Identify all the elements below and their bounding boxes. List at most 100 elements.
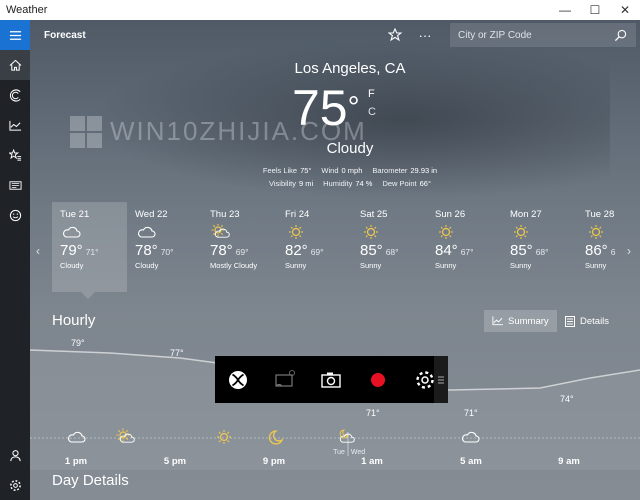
details-button[interactable]: Details (557, 310, 617, 332)
scroll-left-arrow[interactable]: ‹ (36, 244, 40, 258)
search-input[interactable] (450, 29, 608, 41)
drag-handle-icon[interactable] (434, 356, 448, 403)
day-boundary-label: Tue (333, 449, 345, 456)
camera-icon[interactable] (308, 356, 355, 403)
window-title: Weather (6, 4, 48, 16)
selected-day-pointer (81, 292, 95, 299)
stat-label: Visibility (269, 179, 296, 188)
hourly-time-label: 9 am (558, 456, 580, 467)
stat-item: Visibility 9 mi (269, 179, 313, 188)
high-temp: 84° (435, 242, 458, 259)
day-condition: Sunny (510, 261, 532, 270)
forecast-day-sat-25[interactable]: Sat 25 85° 68° Sunny (352, 202, 427, 292)
nav-rail (0, 20, 30, 500)
scroll-right-arrow[interactable]: › (627, 244, 631, 258)
low-temp: 6 (610, 247, 616, 257)
account-icon[interactable] (0, 440, 30, 470)
sun-icon (360, 224, 382, 240)
stat-value: 75° (300, 166, 312, 175)
sun-icon (585, 224, 607, 240)
low-temp: 69° (235, 247, 249, 257)
summary-chart-icon (492, 316, 503, 326)
hourly-time-label: 5 pm (164, 456, 186, 467)
stat-item: Wind 0 mph (321, 166, 362, 175)
forecast-day-thu-23[interactable]: Thu 23 78° 69° Mostly Cloudy (202, 202, 277, 292)
day-condition: Sunny (585, 261, 607, 270)
hourly-title: Hourly (52, 312, 96, 329)
xbox-icon[interactable] (215, 356, 262, 403)
forecast-day-fri-24[interactable]: Fri 24 82° 69° Sunny (277, 202, 352, 292)
stat-item: Feels Like 75° (263, 166, 312, 175)
high-temp: 79° (60, 242, 83, 259)
broadcast-icon[interactable] (262, 356, 309, 403)
day-name: Thu 23 (210, 209, 240, 220)
maximize-button[interactable]: ☐ (580, 0, 610, 20)
places-icon[interactable] (0, 140, 30, 170)
day-name: Wed 22 (135, 209, 168, 220)
day-condition: Sunny (435, 261, 457, 270)
minimize-button[interactable]: — (550, 0, 580, 20)
day-name: Fri 24 (285, 209, 310, 220)
stats-row: Feels Like 75° Wind 0 mph Barometer 29.93 in (230, 166, 470, 175)
day-boundary-label: Wed (351, 449, 365, 456)
stat-item: Dew Point 66° (382, 179, 431, 188)
high-temp: 78° (210, 242, 233, 259)
forecast-day-wed-22[interactable]: Wed 22 78° 70° Cloudy (127, 202, 202, 292)
unit-celsius-toggle[interactable]: C (368, 106, 376, 118)
hourly-time-label: 9 pm (263, 456, 285, 467)
stat-label: Feels Like (262, 166, 298, 175)
home-icon[interactable] (0, 50, 30, 80)
day-condition: Mostly Cloudy (210, 261, 258, 270)
game-bar-overlay (215, 356, 448, 403)
close-button[interactable]: ✕ (610, 0, 640, 20)
historical-weather-icon[interactable] (0, 110, 30, 140)
details-label: Details (580, 315, 610, 327)
maps-icon[interactable] (0, 80, 30, 110)
forecast-day-tue-21[interactable]: Tue 21 79° 71° Cloudy (52, 202, 127, 292)
title-bar: Weather — ☐ ✕ (0, 0, 640, 20)
forecast-day-sun-26[interactable]: Sun 26 84° 67° Sunny (427, 202, 502, 292)
daily-forecast-strip: Tue 21 79° 71° Cloudy Wed 22 78° 70° Cloudy… (52, 202, 632, 312)
windows-logo (70, 116, 104, 150)
hourly-temp-label: 77° (170, 348, 184, 358)
low-temp: 68° (385, 247, 399, 257)
low-temp: 67° (460, 247, 474, 257)
high-temp: 82° (285, 242, 308, 259)
day-condition: Cloudy (135, 261, 159, 270)
location-name: Los Angeles, CA (294, 60, 406, 77)
day-name: Tue 28 (585, 209, 615, 220)
high-temp: 78° (135, 242, 158, 259)
page-title: Forecast (44, 29, 86, 41)
summary-button[interactable]: Summary (484, 310, 557, 332)
unit-fahrenheit-toggle[interactable]: F (368, 88, 375, 100)
hourly-temp-label: 71° (464, 408, 478, 418)
stat-label: Dew Point (382, 179, 417, 188)
news-icon[interactable] (0, 170, 30, 200)
stat-item: Humidity 74 % (323, 179, 372, 188)
day-condition: Sunny (285, 261, 307, 270)
hamburger-menu-icon[interactable] (0, 20, 30, 50)
stats-row: Visibility 9 mi Humidity 74 % Dew Point 66° (230, 179, 470, 188)
favorite-star-icon[interactable] (380, 20, 410, 50)
search-icon[interactable] (608, 29, 632, 42)
stat-value: 0 mph (341, 166, 363, 175)
app-header: Forecast ··· (30, 20, 640, 50)
day-details-title: Day Details (52, 472, 129, 489)
stat-value: 74 % (355, 179, 373, 188)
sun-icon (510, 224, 532, 240)
weather-stats: Feels Like 75° Wind 0 mph Barometer 29.93 in … (230, 166, 470, 192)
settings-icon[interactable] (0, 470, 30, 500)
feedback-icon[interactable] (0, 200, 30, 230)
more-options-icon[interactable]: ··· (410, 20, 440, 50)
hourly-time-label: 1 pm (65, 456, 87, 467)
record-icon[interactable] (355, 356, 402, 403)
stat-value: 66° (419, 179, 431, 188)
stat-item: Barometer 29.93 in (372, 166, 437, 175)
forecast-day-mon-27[interactable]: Mon 27 85° 68° Sunny (502, 202, 577, 292)
stat-value: 29.93 in (410, 166, 438, 175)
partly-cloudy-icon (210, 223, 232, 240)
stat-label: Humidity (323, 179, 353, 188)
low-temp: 68° (535, 247, 549, 257)
high-temp: 85° (510, 242, 533, 259)
stat-label: Barometer (372, 166, 408, 175)
